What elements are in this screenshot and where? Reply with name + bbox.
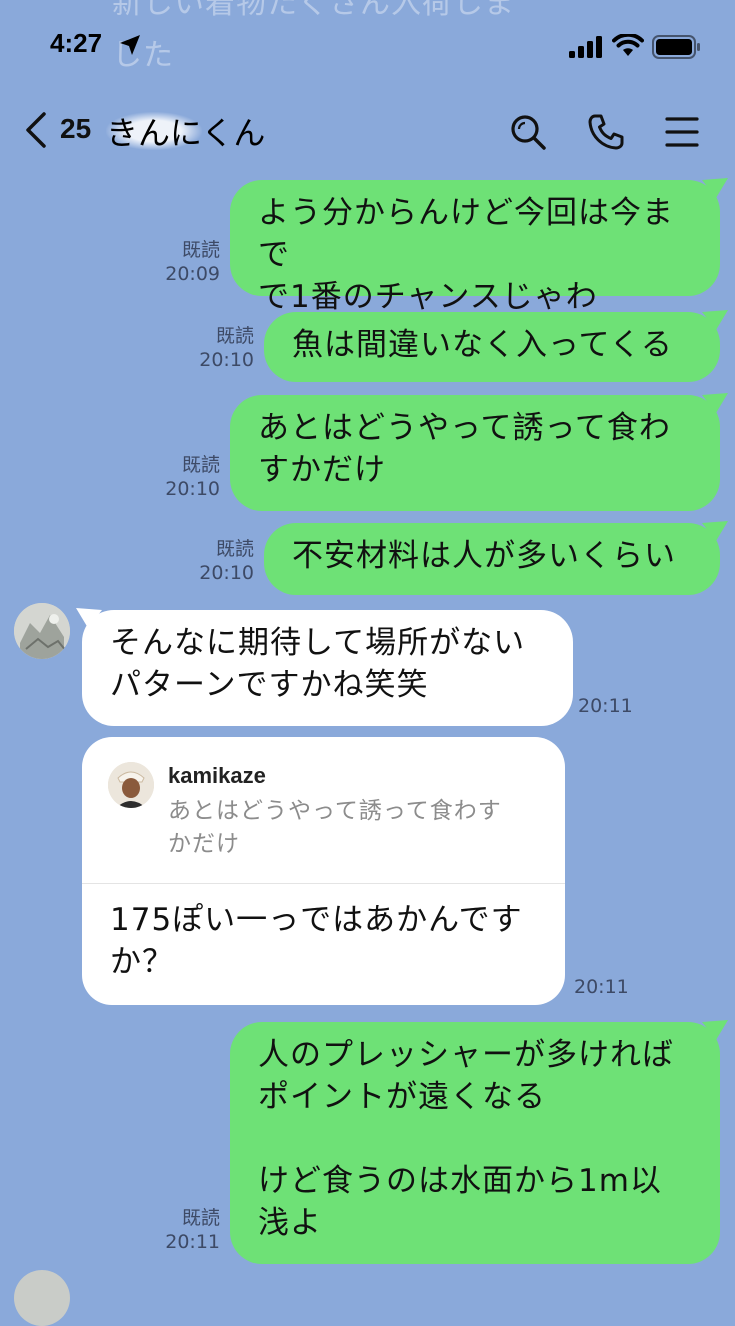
status-time: 4:27 bbox=[50, 28, 103, 58]
sent-message-bubble[interactable]: 魚は間違いなく入ってくる bbox=[264, 312, 720, 382]
location-arrow-icon bbox=[120, 35, 140, 55]
sent-message-bubble[interactable]: 不安材料は人が多いくらい bbox=[264, 523, 720, 595]
message-meta: 既読 20:10 bbox=[174, 537, 254, 585]
received-reply-bubble[interactable]: kamikaze あとはどうやって誘って食わす かだけ 175ぽい一っではあかん… bbox=[82, 737, 565, 1005]
message-time: 20:10 bbox=[199, 562, 254, 584]
read-receipt: 既読 bbox=[215, 325, 254, 347]
chat-header: 25 きんにくん bbox=[0, 92, 735, 172]
bubble-tail bbox=[702, 393, 728, 413]
wifi-icon bbox=[612, 34, 644, 56]
menu-icon[interactable] bbox=[664, 112, 700, 152]
chevron-left-icon[interactable] bbox=[22, 110, 50, 150]
read-receipt: 既読 bbox=[215, 538, 254, 560]
message-time: 20:11 bbox=[578, 695, 633, 717]
message-time: 20:10 bbox=[199, 349, 254, 371]
sent-message-bubble[interactable]: あとはどうやって誘って食わ すかだけ bbox=[230, 395, 720, 511]
search-icon[interactable] bbox=[508, 112, 548, 152]
chat-name: きんにくん bbox=[106, 114, 266, 152]
chat-title[interactable]: きんにくん bbox=[106, 108, 265, 154]
reply-divider bbox=[82, 883, 565, 884]
member-count: 25 bbox=[60, 113, 92, 144]
bubble-tail bbox=[702, 1020, 728, 1040]
message-time: 20:11 bbox=[165, 1231, 220, 1253]
phone-icon[interactable] bbox=[586, 112, 626, 152]
quoted-user-avatar bbox=[108, 762, 154, 808]
bubble-tail bbox=[702, 521, 728, 541]
message-meta: 既読 20:10 bbox=[140, 453, 220, 501]
message-time: 20:09 bbox=[165, 263, 220, 285]
received-message-bubble[interactable]: そんなに期待して場所がない パターンですかね笑笑 bbox=[82, 610, 573, 726]
message-meta: 既読 20:10 bbox=[174, 324, 254, 372]
bubble-tail bbox=[702, 178, 728, 198]
sent-message-bubble[interactable]: 人のプレッシャーが多ければ ポイントが遠くなる けど食うのは水面から1m以 浅よ bbox=[230, 1022, 720, 1264]
read-receipt: 既読 bbox=[181, 239, 220, 261]
reply-message-text: 175ぽい一っではあかんです か？ bbox=[110, 902, 523, 980]
status-bar: 4:27 bbox=[0, 0, 735, 92]
signal-icon bbox=[569, 36, 602, 58]
avatar[interactable] bbox=[14, 1270, 70, 1326]
bubble-tail bbox=[702, 310, 728, 330]
read-receipt: 既読 bbox=[181, 1207, 220, 1229]
avatar-image bbox=[14, 603, 70, 659]
read-receipt: 既読 bbox=[181, 454, 220, 476]
quoted-user-name: kamikaze bbox=[168, 763, 266, 788]
message-time: 20:10 bbox=[165, 478, 220, 500]
message-time: 20:11 bbox=[574, 976, 629, 998]
avatar[interactable] bbox=[14, 603, 70, 659]
sent-message-bubble[interactable]: よう分からんけど今回は今まで で1番のチャンスじゃわ bbox=[230, 180, 720, 315]
quoted-message-text[interactable]: あとはどうやって誘って食わす かだけ bbox=[168, 795, 548, 861]
message-meta: 既読 20:09 bbox=[140, 238, 220, 286]
message-meta: 既読 20:11 bbox=[140, 1206, 220, 1254]
battery-icon bbox=[652, 35, 700, 59]
